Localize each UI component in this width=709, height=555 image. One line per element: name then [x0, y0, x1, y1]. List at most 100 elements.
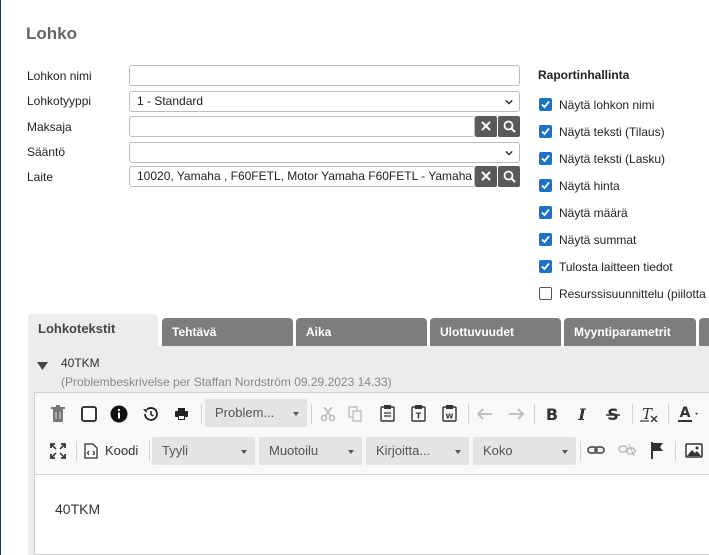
- editor-content[interactable]: 40TKM: [55, 501, 100, 517]
- rule-select[interactable]: [129, 142, 520, 163]
- undo-icon[interactable]: [477, 408, 493, 420]
- info-icon[interactable]: [110, 405, 128, 423]
- payer-clear-button[interactable]: [475, 116, 497, 137]
- paste-text-icon[interactable]: T: [411, 405, 426, 422]
- dropdown-arrow-icon: [293, 412, 299, 416]
- block-type-select[interactable]: 1 - Standard: [129, 91, 520, 112]
- close-icon: [481, 121, 491, 131]
- font-dropdown-label: Kirjoitta...: [376, 443, 431, 458]
- style-dropdown-label: Tyyli: [162, 443, 188, 458]
- redo-icon[interactable]: [508, 408, 524, 420]
- chevron-down-icon: [505, 150, 513, 156]
- dropdown-arrow-icon: [455, 450, 461, 454]
- format-dropdown[interactable]: Muotoilu: [259, 437, 362, 465]
- paste-icon[interactable]: [380, 405, 395, 422]
- size-dropdown-label: Koko: [483, 443, 513, 458]
- checkbox-checked[interactable]: [539, 206, 552, 219]
- toolbar-separator: [675, 441, 676, 461]
- style-dropdown[interactable]: Tyyli: [152, 437, 255, 465]
- toolbar-separator: [201, 404, 202, 424]
- size-dropdown[interactable]: Koko: [473, 437, 576, 465]
- check-icon: [541, 262, 550, 271]
- option-label: Näytä summat: [559, 233, 637, 247]
- checkbox-checked[interactable]: [539, 152, 552, 165]
- option-label: Tulosta laitteen tiedot: [559, 260, 673, 274]
- device-input[interactable]: 10020, Yamaha , F60FETL, Motor Yamaha F6…: [129, 166, 475, 187]
- option-label: Näytä lohkon nimi: [559, 98, 655, 112]
- toolbar-separator: [534, 404, 535, 424]
- search-icon: [503, 170, 516, 183]
- svg-text:I: I: [577, 406, 586, 422]
- tab-overflow[interactable]: [699, 318, 709, 346]
- toolbar-separator: [632, 404, 633, 424]
- label-device: Laite: [27, 170, 54, 184]
- image-icon[interactable]: [685, 443, 703, 458]
- toolbar-separator: [668, 404, 669, 424]
- device-clear-button[interactable]: [475, 166, 497, 187]
- history-icon[interactable]: [142, 406, 159, 422]
- checkbox-checked[interactable]: [539, 233, 552, 246]
- print-icon[interactable]: [175, 408, 188, 420]
- copy-icon[interactable]: [348, 406, 362, 422]
- toolbar-separator: [311, 404, 312, 424]
- device-search-button[interactable]: [498, 166, 520, 187]
- dropdown-arrow-icon: [348, 450, 354, 454]
- strikethrough-icon[interactable]: S: [606, 406, 620, 422]
- svg-text:S: S: [607, 406, 619, 422]
- editor-toolbar: Problem... T W B I S T A Koodi Tyyli Muo…: [35, 393, 709, 475]
- tab-time[interactable]: Aika: [296, 318, 427, 346]
- search-icon: [503, 120, 516, 133]
- checkbox-checked[interactable]: [539, 125, 552, 138]
- tab-block-texts[interactable]: Lohkotekstit: [28, 314, 158, 346]
- paste-word-icon[interactable]: W: [442, 405, 457, 422]
- toolbar-separator: [580, 441, 581, 461]
- option-label: Resurssisuunnittelu (piilotta: [559, 287, 706, 301]
- checkbox-unchecked[interactable]: [539, 287, 552, 300]
- trash-icon[interactable]: [50, 405, 66, 423]
- label-block-name: Lohkon nimi: [27, 69, 92, 83]
- text-color-icon[interactable]: A: [678, 405, 702, 423]
- option-label: Näytä teksti (Tilaus): [559, 125, 665, 139]
- payer-input[interactable]: [129, 116, 475, 137]
- cut-icon[interactable]: [320, 406, 336, 422]
- tab-task[interactable]: Tehtävä: [162, 318, 293, 346]
- svg-text:T: T: [642, 406, 653, 422]
- svg-text:W: W: [446, 413, 454, 421]
- maximize-icon[interactable]: [50, 443, 66, 459]
- unlink-icon[interactable]: [618, 443, 636, 457]
- checkbox-checked[interactable]: [539, 260, 552, 273]
- bold-icon[interactable]: B: [545, 406, 559, 422]
- dropdown-arrow-icon: [241, 450, 247, 454]
- template-dropdown-label: Problem...: [215, 405, 275, 420]
- svg-text:T: T: [416, 412, 422, 421]
- collapse-triangle-icon[interactable]: [37, 362, 48, 371]
- chevron-down-icon: [505, 99, 513, 105]
- tab-dimensions[interactable]: Ulottuvuudet: [430, 318, 561, 346]
- check-icon: [541, 154, 550, 163]
- source-code-icon: [84, 443, 98, 459]
- remove-format-icon[interactable]: T: [640, 406, 658, 422]
- check-icon: [541, 181, 550, 190]
- anchor-flag-icon[interactable]: [650, 442, 664, 459]
- format-dropdown-label: Muotoilu: [269, 443, 319, 458]
- check-icon: [541, 235, 550, 244]
- label-block-type: Lohkotyyppi: [27, 94, 92, 108]
- checkbox-checked[interactable]: [539, 98, 552, 111]
- link-icon[interactable]: [587, 444, 605, 456]
- label-payer: Maksaja: [27, 120, 72, 134]
- block-name-input[interactable]: [129, 65, 520, 86]
- template-dropdown[interactable]: Problem...: [205, 399, 307, 427]
- italic-icon[interactable]: I: [575, 406, 589, 422]
- checkbox-icon[interactable]: [81, 406, 97, 422]
- font-dropdown[interactable]: Kirjoitta...: [366, 437, 469, 465]
- option-label: Näytä hinta: [559, 179, 620, 193]
- close-icon: [481, 171, 491, 181]
- source-button[interactable]: Koodi: [84, 440, 144, 462]
- block-subtitle: (Problembeskrivelse per Staffan Nordströ…: [61, 375, 392, 389]
- payer-search-button[interactable]: [498, 116, 520, 137]
- check-icon: [541, 127, 550, 136]
- toolbar-separator: [468, 404, 469, 424]
- checkbox-checked[interactable]: [539, 179, 552, 192]
- tab-sales-parameters[interactable]: Myyntiparametrit: [564, 318, 696, 346]
- toolbar-separator: [76, 441, 77, 461]
